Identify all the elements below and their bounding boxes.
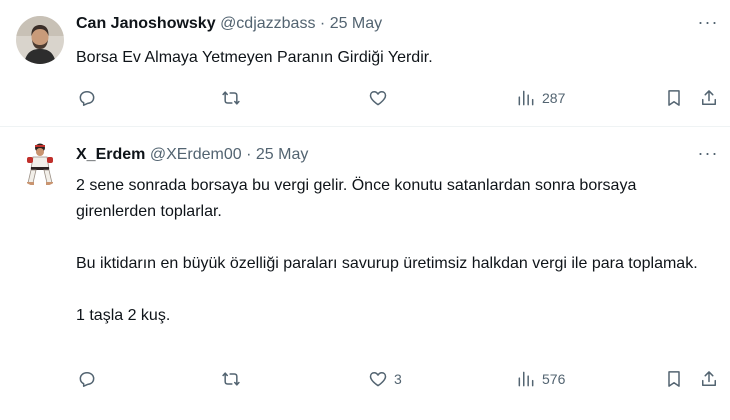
- reply-button[interactable]: [77, 86, 103, 110]
- tweet-paragraph: 1 taşla 2 kuş.: [76, 307, 171, 324]
- views-icon: [518, 371, 534, 387]
- like-button[interactable]: [368, 86, 394, 110]
- user-handle[interactable]: @XErdem00: [150, 146, 242, 163]
- reply-button[interactable]: [77, 367, 103, 391]
- tweet-date[interactable]: 25 May: [256, 146, 308, 163]
- tweet[interactable]: Can Janoshowsky @cdjazzbass · 25 May ···…: [0, 0, 730, 127]
- like-icon: [369, 91, 387, 106]
- tweet-header: X_Erdem @XErdem00 · 25 May: [76, 145, 308, 165]
- avatar[interactable]: [16, 16, 64, 64]
- more-options-icon[interactable]: ···: [696, 13, 720, 36]
- views-count: 576: [542, 371, 566, 387]
- retweet-button[interactable]: [221, 86, 247, 110]
- share-button[interactable]: [699, 86, 719, 110]
- action-bar: 287: [0, 86, 730, 110]
- separator-dot: ·: [319, 15, 326, 32]
- action-bar: 3 576: [0, 367, 730, 391]
- share-button[interactable]: [699, 367, 719, 391]
- bookmark-button[interactable]: [664, 367, 684, 391]
- retweet-icon: [222, 372, 240, 386]
- avatar[interactable]: [16, 139, 64, 187]
- bookmark-icon: [668, 371, 680, 387]
- share-icon: [702, 90, 716, 105]
- views-icon: [518, 90, 534, 106]
- retweet-button[interactable]: [221, 367, 247, 391]
- display-name[interactable]: X_Erdem: [76, 146, 145, 163]
- tweet[interactable]: X_Erdem @XErdem00 · 25 May ··· 2 sene so…: [0, 127, 730, 420]
- views-count: 287: [542, 90, 566, 106]
- tweet-text: Borsa Ev Almaya Yetmeyen Paranın Girdiği…: [76, 45, 706, 71]
- separator-dot: ·: [246, 146, 252, 163]
- tweet-paragraph: 2 sene sonrada borsaya bu vergi gelir. Ö…: [76, 177, 637, 220]
- share-icon: [702, 371, 716, 386]
- tweet-date[interactable]: 25 May: [330, 15, 382, 32]
- user-handle[interactable]: @cdjazzbass: [220, 15, 315, 32]
- views-button[interactable]: 287: [516, 86, 565, 110]
- views-button[interactable]: 576: [516, 367, 565, 391]
- like-icon: [369, 372, 387, 387]
- tweet-paragraph: Borsa Ev Almaya Yetmeyen Paranın Girdiği…: [76, 49, 433, 66]
- like-count: 3: [394, 371, 402, 387]
- reply-icon: [79, 91, 95, 106]
- reply-icon: [79, 372, 95, 387]
- bookmark-button[interactable]: [664, 86, 684, 110]
- like-button[interactable]: 3: [368, 367, 402, 391]
- tweet-header: Can Janoshowsky @cdjazzbass · 25 May: [76, 14, 382, 34]
- display-name[interactable]: Can Janoshowsky: [76, 15, 216, 32]
- more-options-icon[interactable]: ···: [696, 144, 720, 167]
- tweet-text: 2 sene sonrada borsaya bu vergi gelir. Ö…: [76, 173, 706, 329]
- retweet-icon: [222, 91, 240, 105]
- tweet-paragraph: Bu iktidarın en büyük özelliği paraları …: [76, 255, 698, 272]
- bookmark-icon: [668, 90, 680, 106]
